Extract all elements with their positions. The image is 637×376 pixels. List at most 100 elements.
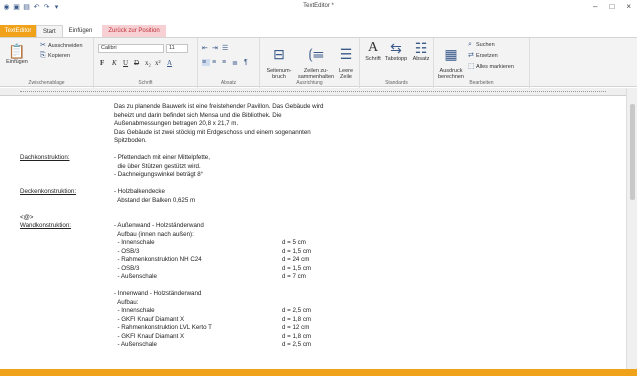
doc-line-text: Außenabmessungen betragen 20,8 x 21,7 m. — [114, 120, 239, 127]
scrollbar-thumb[interactable] — [630, 104, 635, 200]
bullet-list-icon[interactable]: ☰ — [222, 44, 230, 52]
bold-button[interactable]: F — [100, 59, 104, 67]
doc-line-value: d = 2,5 cm — [282, 341, 312, 348]
doc-line-value: d = 1,8 cm — [282, 315, 312, 323]
increase-indent-icon[interactable]: ⇥ — [212, 44, 220, 52]
title-bar: ◉ ▣ ▤ ↶ ↷ ▾ TextEditor * – □ × — [0, 0, 637, 15]
font-group: Calibri 11 F K U D x₂ x² A Schrift — [94, 38, 198, 88]
group-label: Schrift — [138, 80, 153, 86]
replace-icon: ⇄ — [468, 52, 474, 59]
decrease-indent-icon[interactable]: ⇤ — [202, 44, 210, 52]
document-area[interactable]: Das zu planende Bauwerk ist eine freiste… — [10, 97, 622, 369]
paste-icon: 📋 — [8, 43, 26, 59]
font-size-combo[interactable]: 11 — [166, 44, 188, 53]
pilcrow-icon[interactable]: ¶ — [244, 59, 252, 66]
clear-format-button[interactable]: A — [167, 59, 172, 67]
strike-button[interactable]: D — [134, 59, 139, 67]
tabstop-icon: ⇆ — [390, 40, 402, 56]
calculate-button[interactable]: ▦ Ausdruck berechnen — [436, 41, 466, 80]
doc-line-text: - Außenwand - Holzständerwand — [114, 222, 204, 229]
doc-line-text: Abstand der Balken 0,625 m — [114, 196, 196, 204]
ribbon: 📋 Einfügen ✂ Ausschneiden ⎘ Kopieren Zwisc… — [0, 37, 637, 88]
doc-line-text: Spitzboden. — [114, 137, 147, 144]
cut-icon: ✂ — [40, 42, 46, 49]
doc-line-text: - Holzbalkendecke — [114, 188, 165, 195]
subscript-button[interactable]: x₂ — [145, 59, 151, 67]
standards-group: A Schrift ⇆ Tabstopp ☷ Absatz Standards — [360, 38, 434, 88]
doc-line-label: Wandkonstruktion: — [20, 222, 72, 229]
doc-line-label: Deckenkonstruktion: — [20, 188, 77, 195]
status-bar — [0, 369, 637, 376]
font-name-combo[interactable]: Calibri — [98, 44, 164, 53]
doc-line-text: - Dachneigungswinkel beträgt 8° — [114, 171, 204, 178]
doc-line-text: - OSB/3 — [114, 247, 140, 255]
group-label: Bearbeiten — [469, 80, 494, 86]
ruler-ticks — [20, 91, 606, 93]
group-label: Ausrichtung — [296, 80, 323, 86]
keep-lines-button[interactable]: ⟮☰ Zeilen zu- sammenhalten — [298, 41, 334, 80]
italic-button[interactable]: K — [112, 59, 117, 67]
doc-line-text: - Rahmenkonstruktion LVL Kerto T — [114, 324, 212, 331]
standard-font-button[interactable]: A Schrift — [362, 41, 384, 63]
select-all-icon: ⬚ — [468, 63, 475, 70]
window-title: TextEditor * — [303, 3, 334, 9]
minimize-button[interactable]: – — [593, 2, 597, 11]
tab-start[interactable]: Start — [36, 25, 63, 37]
justify-icon[interactable]: ≣ — [232, 59, 240, 67]
paragraph-group: ⇤ ⇥ ☰ ≡ ≡ ≡ ≣ ¶ Absatz — [198, 38, 260, 88]
doc-line-text: - Außenschale — [114, 273, 157, 280]
vertical-scrollbar[interactable] — [626, 88, 637, 369]
doc-line-value: d = 1,5 cm — [282, 264, 312, 272]
select-all-button[interactable]: ⬚Alles markieren — [468, 63, 514, 70]
align-left-icon[interactable]: ≡ — [202, 59, 210, 66]
search-icon: ⌕ — [468, 41, 472, 48]
calculator-icon: ▦ — [444, 46, 458, 62]
cut-button[interactable]: ✂ Ausschneiden — [40, 42, 83, 49]
keep-lines-icon: ⟮☰ — [308, 46, 324, 62]
superscript-button[interactable]: x² — [155, 59, 161, 67]
tab-einfuegen[interactable]: Einfügen — [63, 25, 99, 37]
empty-line-button[interactable]: ☰ Leere Zeile — [336, 41, 356, 80]
align-center-icon[interactable]: ≡ — [212, 59, 220, 66]
maximize-button[interactable]: □ — [609, 2, 614, 11]
doc-line-text: - Innenschale — [114, 239, 155, 246]
standard-paragraph-button[interactable]: ☷ Absatz — [410, 41, 432, 62]
doc-line-text: Aufbau: — [114, 298, 139, 306]
group-label: Zwischenablage — [28, 80, 65, 86]
doc-line-text: - Innenwand - Holzständerwand — [114, 290, 202, 297]
doc-line-value: d = 2,5 cm — [282, 307, 312, 314]
doc-line-text: beheizt und darin befindet sich Mensa un… — [114, 111, 282, 119]
ruler[interactable] — [0, 88, 626, 96]
empty-line-icon: ☰ — [339, 46, 353, 62]
doc-line-text: - OSB/3 — [114, 264, 140, 272]
doc-line-label: <@> — [20, 213, 34, 221]
doc-line-text: - Pfettendach mit einer Mittelpfette, — [114, 154, 210, 161]
doc-line-label: Dachkonstruktion: — [20, 154, 70, 161]
standard-tabstop-button[interactable]: ⇆ Tabstopp — [384, 41, 408, 62]
search-button[interactable]: ⌕ Suchen — [468, 41, 495, 48]
doc-line-text: Das Gebäude ist zwei stöckig mit Erdgesc… — [114, 128, 311, 136]
copy-icon: ⎘ — [40, 52, 46, 59]
underline-button[interactable]: U — [123, 59, 128, 67]
alignment-group: ⊟ Seitenum- bruch ⟮☰ Zeilen zu- sammenha… — [260, 38, 360, 88]
tab-back-to-position[interactable]: Zurück zur Position — [102, 25, 166, 37]
paragraph-icon: ☷ — [414, 40, 428, 56]
doc-line-value: d = 5 cm — [282, 239, 306, 246]
paste-button[interactable]: 📋 Einfügen — [4, 44, 30, 65]
doc-line-text: - GKFI Knauf Diamant X — [114, 315, 185, 323]
doc-line-value: d = 24 cm — [282, 256, 310, 263]
doc-line-value: d = 7 cm — [282, 273, 306, 280]
doc-line-text: - Außenschale — [114, 341, 157, 348]
doc-line-text: - Rahmenkonstruktion NH C24 — [114, 256, 202, 263]
close-button[interactable]: × — [626, 2, 631, 11]
ribbon-tabs: TextEditor Start Einfügen Zurück zur Pos… — [0, 23, 637, 37]
copy-button[interactable]: ⎘ Kopieren — [40, 52, 70, 59]
doc-line-text: Aufbau (innen nach außen): — [114, 230, 194, 238]
page-break-button[interactable]: ⊟ Seitenum- bruch — [264, 41, 294, 80]
doc-line-value: d = 1,8 cm — [282, 332, 312, 340]
tab-texteditor[interactable]: TextEditor — [0, 25, 36, 37]
doc-line-text: - Innenschale — [114, 307, 155, 314]
page-break-icon: ⊟ — [273, 46, 285, 62]
align-right-icon[interactable]: ≡ — [222, 59, 230, 66]
replace-button[interactable]: ⇄ Ersetzen — [468, 52, 498, 59]
